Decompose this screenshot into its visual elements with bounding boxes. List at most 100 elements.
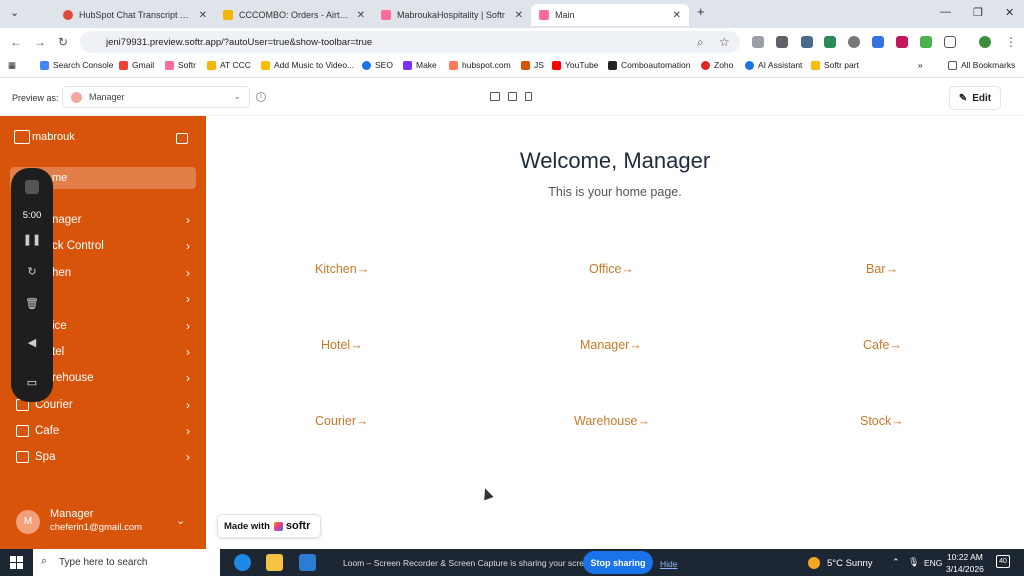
reload-icon[interactable]: ↻ xyxy=(58,35,68,49)
made-with-softr-badge[interactable]: Made with softr xyxy=(217,514,321,538)
link-hotel[interactable]: Hotel→ xyxy=(321,338,363,352)
restart-icon[interactable]: ↻ xyxy=(27,265,36,278)
extensions-puzzle-icon[interactable] xyxy=(944,36,956,48)
link-bar[interactable]: Bar→ xyxy=(866,262,898,276)
camera-icon[interactable]: ▭ xyxy=(27,376,37,389)
bookmark-item[interactable]: Make xyxy=(403,60,437,70)
bookmark-item[interactable]: Softr part xyxy=(811,60,859,70)
url-field[interactable]: jeni79931.preview.softr.app/?autoUser=tr… xyxy=(80,31,740,53)
file-explorer-icon[interactable] xyxy=(266,554,283,571)
bookmark-icon xyxy=(745,60,754,70)
sidebar-collapse-icon[interactable] xyxy=(176,133,188,144)
bookmark-item[interactable]: Softr xyxy=(165,60,196,70)
windows-start-icon[interactable] xyxy=(10,556,23,569)
bookmark-icon xyxy=(261,60,270,70)
link-kitchen[interactable]: Kitchen→ xyxy=(315,262,369,276)
stop-sharing-button[interactable]: Stop sharing xyxy=(583,551,653,574)
mobile-view-icon[interactable] xyxy=(525,92,532,101)
back-icon[interactable]: ← xyxy=(10,35,22,49)
zoho-icon xyxy=(701,60,710,70)
bookmark-item[interactable]: Gmail xyxy=(119,60,154,70)
chevron-right-icon: › xyxy=(186,239,190,253)
profile-avatar[interactable] xyxy=(979,36,991,48)
softr-tab-icon xyxy=(381,10,391,20)
link-cafe[interactable]: Cafe→ xyxy=(863,338,902,352)
link-manager[interactable]: Manager→ xyxy=(580,338,642,352)
zoom-icon[interactable]: ⌕ xyxy=(697,35,704,50)
tray-chevron-icon[interactable]: ⌃ xyxy=(892,557,900,568)
extension-icon[interactable] xyxy=(920,36,932,48)
stop-recording-icon[interactable] xyxy=(25,180,39,194)
draw-icon[interactable]: ◀ xyxy=(28,336,36,349)
bookmark-item[interactable]: YouTube xyxy=(552,60,598,70)
extension-icon[interactable] xyxy=(752,36,764,48)
extension-icon[interactable] xyxy=(776,36,788,48)
close-icon[interactable]: ✕ xyxy=(673,10,681,21)
chevron-right-icon: › xyxy=(186,450,190,464)
trash-icon[interactable]: 🗑 xyxy=(25,297,39,310)
tab-search-icon[interactable]: ⌄ xyxy=(10,6,19,19)
extension-icon[interactable] xyxy=(848,36,860,48)
bookmark-item[interactable]: hubspot.com xyxy=(449,60,511,70)
edit-button[interactable]: ✎ Edit xyxy=(949,86,1001,110)
clock[interactable]: 10:22 AM 3/14/2026 xyxy=(946,551,984,575)
bookmark-item[interactable]: JS xyxy=(521,60,544,70)
extension-icon[interactable] xyxy=(896,36,908,48)
close-icon[interactable]: ✕ xyxy=(199,10,207,21)
link-stock[interactable]: Stock→ xyxy=(860,414,904,428)
brand-logo[interactable]: mabrouk xyxy=(14,130,75,144)
new-tab-icon[interactable]: + xyxy=(697,4,705,19)
sidebar-item-spa[interactable]: Spa › xyxy=(16,449,192,469)
more-menu-icon[interactable]: ⋮ xyxy=(1005,35,1017,49)
link-warehouse[interactable]: Warehouse→ xyxy=(574,414,650,428)
language-indicator[interactable]: ENG xyxy=(924,558,942,568)
link-office[interactable]: Office→ xyxy=(589,262,634,276)
tab-hubspot[interactable]: HubSpot Chat Transcript Analy ✕ xyxy=(55,4,215,26)
tab-softr[interactable]: MabroukaHospitality | Softr ✕ xyxy=(373,4,531,26)
tablet-view-icon[interactable] xyxy=(508,92,517,101)
desktop-view-icon[interactable] xyxy=(490,92,500,101)
chevron-right-icon: › xyxy=(186,266,190,280)
minimize-icon[interactable]: — xyxy=(940,6,951,18)
link-courier[interactable]: Courier→ xyxy=(315,414,369,428)
role-select[interactable]: Manager ⌄ xyxy=(62,86,250,108)
store-icon[interactable] xyxy=(299,554,316,571)
taskbar-search[interactable]: ⌕ Type here to search xyxy=(33,549,220,576)
all-bookmarks[interactable]: All Bookmarks xyxy=(948,60,1015,70)
bookmark-star-icon[interactable]: ☆ xyxy=(719,35,730,49)
apps-grid-icon[interactable]: ▦ xyxy=(8,60,16,71)
maximize-icon[interactable]: ❐ xyxy=(973,6,983,19)
weather-widget[interactable]: 5°C Sunny xyxy=(808,557,873,569)
bookmark-item[interactable]: SEO xyxy=(362,60,393,70)
bookmarks-overflow-icon[interactable]: » xyxy=(918,60,923,70)
extension-icon[interactable] xyxy=(824,36,836,48)
microphone-icon[interactable]: 🎙 xyxy=(908,557,919,568)
hide-link[interactable]: Hide xyxy=(660,559,677,569)
forward-icon[interactable]: → xyxy=(34,35,46,49)
preview-as-label: Preview as: xyxy=(12,93,59,103)
chevron-down-icon: ⌄ xyxy=(233,91,241,101)
info-icon[interactable]: i xyxy=(256,92,266,102)
bookmark-item[interactable]: AI Assistant xyxy=(745,60,802,70)
edge-icon[interactable] xyxy=(234,554,251,571)
pause-icon[interactable]: ❚❚ xyxy=(23,233,41,246)
extension-icon[interactable] xyxy=(872,36,884,48)
user-menu[interactable]: M Manager cheferin1@gmail.com ⌄ xyxy=(16,506,192,542)
bookmark-item[interactable]: AT CCC xyxy=(207,60,251,70)
bookmark-item[interactable]: Add Music to Video... xyxy=(261,60,354,70)
tab-main[interactable]: Main ✕ xyxy=(531,4,689,26)
bookmark-item[interactable]: Comboautomation xyxy=(608,60,690,70)
tab-airtable[interactable]: CCCOMBO: Orders - Airtable ✕ xyxy=(215,4,373,26)
extension-icon[interactable] xyxy=(801,36,813,48)
youtube-icon xyxy=(552,60,561,70)
notification-icon[interactable]: 40 xyxy=(996,555,1010,568)
close-window-icon[interactable]: ✕ xyxy=(1005,6,1014,19)
close-icon[interactable]: ✕ xyxy=(515,10,523,21)
softr-logo-icon xyxy=(273,521,283,531)
bookmark-item[interactable]: Zoho xyxy=(701,60,733,70)
bookmark-item[interactable]: Search Console xyxy=(40,60,113,70)
cup-icon xyxy=(16,425,29,437)
sidebar-item-cafe[interactable]: Cafe › xyxy=(16,423,192,443)
chevron-down-icon: ⌄ xyxy=(176,515,186,527)
close-icon[interactable]: ✕ xyxy=(357,10,365,21)
